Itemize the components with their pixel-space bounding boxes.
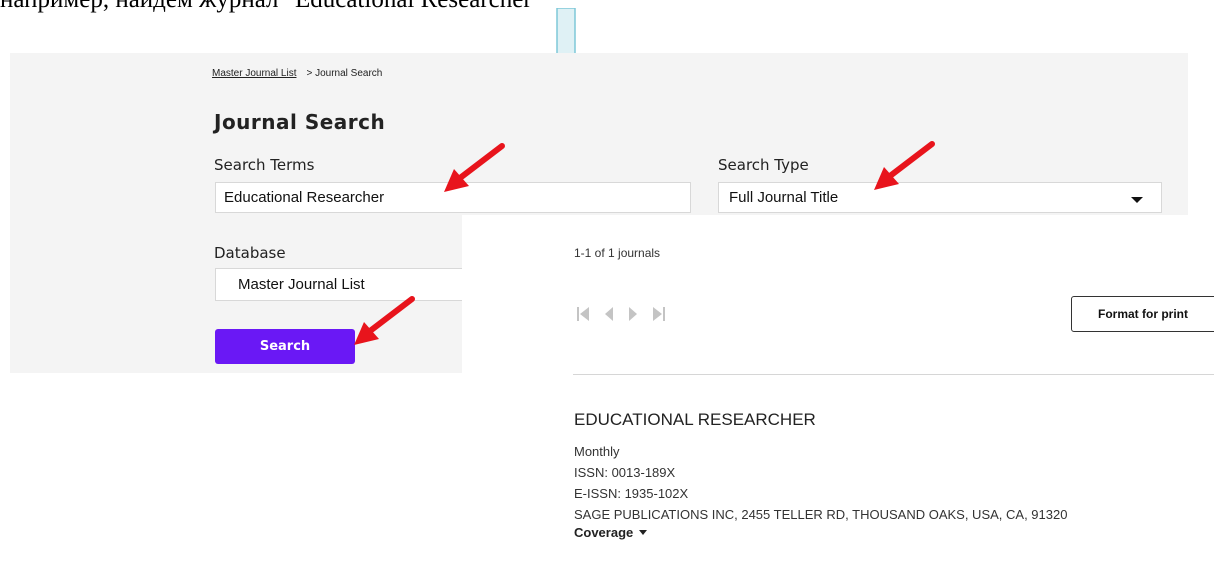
results-divider bbox=[573, 374, 1214, 375]
search-terms-label: Search Terms bbox=[214, 156, 315, 174]
database-select[interactable]: Master Journal List bbox=[215, 268, 475, 301]
journal-eissn: E-ISSN: 1935-102X bbox=[574, 486, 689, 501]
slide-caption: например, найдем журнал "Educational Res… bbox=[0, 0, 542, 14]
search-button[interactable]: Search bbox=[215, 329, 355, 364]
prev-page-icon[interactable] bbox=[604, 306, 614, 322]
journal-title[interactable]: EDUCATIONAL RESEARCHER bbox=[574, 410, 816, 430]
annotation-arrow-icon bbox=[444, 143, 505, 192]
breadcrumb: Master Journal List > Journal Search bbox=[212, 68, 382, 79]
breadcrumb-link-master-journal-list[interactable]: Master Journal List bbox=[212, 68, 296, 79]
breadcrumb-current: > Journal Search bbox=[306, 68, 383, 79]
last-page-icon[interactable] bbox=[652, 306, 666, 322]
search-type-value: Full Journal Title bbox=[729, 189, 839, 206]
first-page-icon[interactable] bbox=[576, 306, 590, 322]
journal-issn: ISSN: 0013-189X bbox=[574, 465, 676, 480]
pagination bbox=[576, 304, 666, 324]
next-page-icon[interactable] bbox=[628, 306, 638, 322]
page-title: Journal Search bbox=[214, 110, 386, 134]
annotation-arrow-icon bbox=[354, 296, 415, 345]
coverage-label: Coverage bbox=[574, 525, 634, 540]
journal-frequency: Monthly bbox=[574, 444, 620, 459]
journal-publisher: SAGE PUBLICATIONS INC, 2455 TELLER RD, T… bbox=[574, 507, 1068, 522]
coverage-toggle[interactable]: Coverage bbox=[574, 525, 648, 540]
results-count: 1-1 of 1 journals bbox=[574, 246, 661, 260]
dropdown-caret-icon bbox=[1131, 197, 1143, 203]
database-label: Database bbox=[214, 244, 286, 262]
search-type-label: Search Type bbox=[718, 156, 809, 174]
format-for-print-button[interactable]: Format for print bbox=[1071, 296, 1214, 332]
coverage-chevron-down-icon bbox=[639, 530, 648, 535]
annotation-arrow-icon bbox=[874, 141, 935, 190]
